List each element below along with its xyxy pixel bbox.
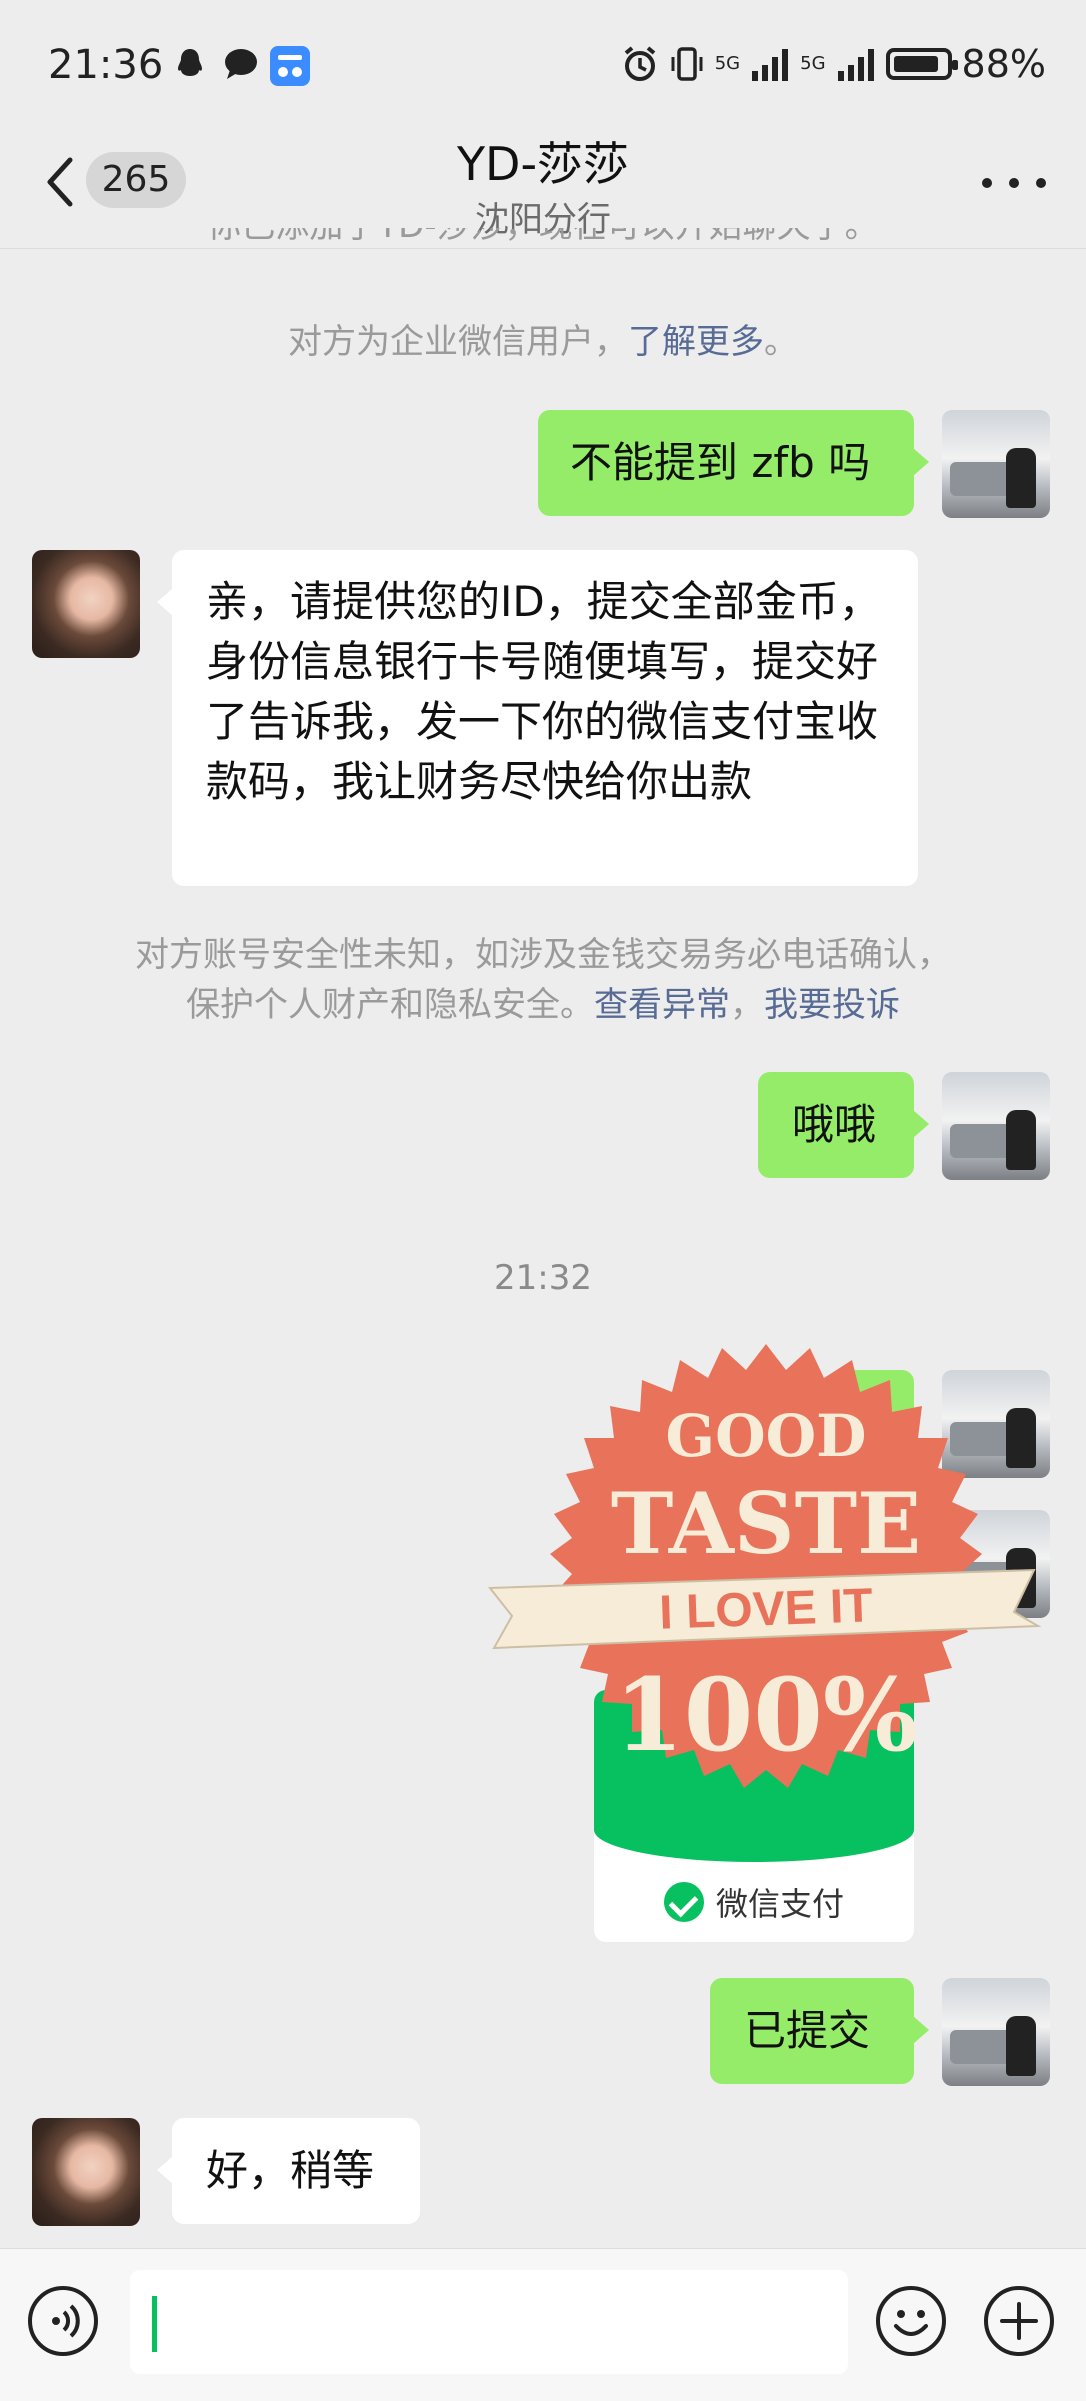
message-bubble-sent[interactable]: 哦哦 [758, 1072, 929, 1178]
status-right-group: 5G 5G 88% [621, 42, 1046, 86]
report-complaint-link[interactable]: 我要投诉 [764, 985, 900, 1025]
system-message-top-clip: 你已添加了YD-莎莎，现在可以开始聊天了。 [0, 228, 1086, 252]
alarm-icon [624, 46, 655, 81]
dot-icon [982, 178, 992, 188]
car-app-icon [270, 46, 310, 86]
pay-card-footer: 微信支付 [594, 1862, 914, 1942]
battery-icon [885, 48, 958, 80]
message-icon [222, 46, 260, 82]
avatar-me[interactable] [942, 410, 1050, 518]
smiley-icon [894, 2310, 928, 2336]
message-text: 好，稍等 [206, 2146, 375, 2195]
message-text: 已提交 [744, 2006, 871, 2055]
message-input[interactable] [130, 2270, 848, 2374]
message-text: 亲，请提供您的ID，提交全部金币，身份信息银行卡号随便填写，提交好了告诉我，发一… [206, 577, 881, 806]
message-timestamp: 21:32 [494, 1258, 592, 1298]
system-message-added: 你已添加了YD-莎莎，现在可以开始聊天了。 [0, 228, 1086, 247]
good-taste-sticker[interactable]: GOOD TASTE I LOVE IT 100% [486, 1340, 1046, 1840]
avatar-contact[interactable] [32, 2118, 140, 2226]
avatar-contact[interactable] [32, 550, 140, 658]
battery-percent: 88% [961, 42, 1046, 86]
qq-icon [172, 46, 208, 82]
learn-more-link[interactable]: 了解更多 [628, 322, 764, 362]
voice-wave-icon [52, 2304, 80, 2338]
warning-separator: ， [730, 985, 764, 1025]
system-enterprise-text: 对方为企业微信用户， [288, 322, 628, 362]
network-type-label: 5G [714, 53, 741, 74]
message-bubble-sent[interactable]: 已提交 [710, 1978, 929, 2084]
avatar-me[interactable] [942, 1072, 1050, 1180]
warning-text: 保护个人财产和隐私安全。 [186, 985, 594, 1025]
pay-card-label: 微信支付 [715, 1885, 844, 1923]
system-message-enterprise: 对方为企业微信用户，了解更多。 [0, 316, 1086, 368]
text-cursor [152, 2296, 157, 2352]
sticker-text-taste: TASTE [610, 1474, 922, 1573]
sticker-text-good: GOOD [665, 1402, 867, 1470]
network-type-label-2: 5G [800, 53, 826, 74]
signal-icon-2 [837, 49, 874, 81]
system-enterprise-end: 。 [764, 322, 798, 362]
dot-icon [1009, 178, 1019, 188]
avatar-me[interactable] [942, 1978, 1050, 2086]
more-options-button[interactable] [982, 178, 1046, 190]
more-actions-button[interactable] [984, 2286, 1054, 2356]
message-bubble-received[interactable]: 好，稍等 [157, 2118, 420, 2224]
view-anomaly-link[interactable]: 查看异常 [594, 985, 730, 1025]
sticker-text-percent: 100% [614, 1656, 918, 1774]
message-text: 不能提到 zfb 吗 [570, 438, 871, 487]
warning-line-2: 保护个人财产和隐私安全。查看异常，我要投诉 [0, 980, 1086, 1030]
security-warning: 对方账号安全性未知，如涉及金钱交易务必电话确认， 保护个人财产和隐私安全。查看异… [0, 930, 1086, 1030]
plus-icon [1000, 2302, 1038, 2340]
warning-line-1: 对方账号安全性未知，如涉及金钱交易务必电话确认， [135, 935, 951, 975]
vibrate-icon [671, 47, 703, 81]
wechat-pay-check-icon [663, 1882, 704, 1922]
dot-icon [1036, 178, 1046, 188]
signal-icon [752, 49, 789, 81]
status-time: 21:36 [48, 42, 164, 88]
chat-title: YD-莎莎 [456, 137, 630, 191]
message-text: 哦哦 [792, 1100, 877, 1149]
message-bubble-received[interactable]: 亲，请提供您的ID，提交全部金币，身份信息银行卡号随便填写，提交好了告诉我，发一… [157, 550, 918, 886]
emoji-button[interactable] [876, 2286, 946, 2356]
voice-input-button[interactable] [28, 2286, 98, 2356]
message-bubble-sent[interactable]: 不能提到 zfb 吗 [538, 410, 929, 516]
